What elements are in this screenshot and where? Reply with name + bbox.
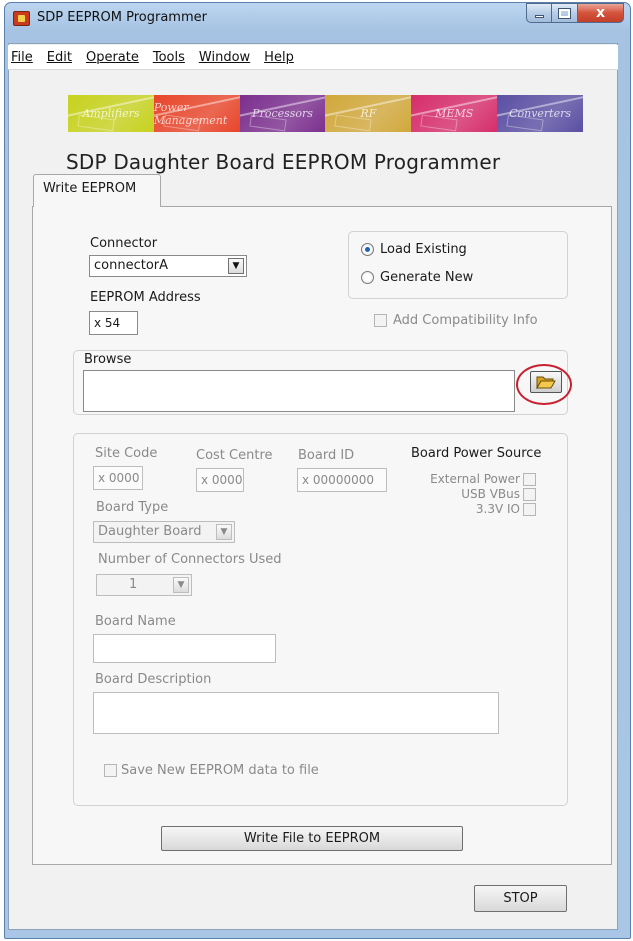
tab-write-eeprom[interactable]: Write EEPROM [33, 174, 161, 207]
checkbox-label: Add Compatibility Info [393, 313, 538, 328]
checkbox-icon[interactable] [523, 487, 536, 501]
banner-segment-label: Converters [509, 107, 572, 120]
banner-segment-label: Power Management [153, 100, 228, 127]
cost-centre-field[interactable]: x 0000 [196, 468, 244, 492]
minimize-icon [534, 14, 544, 18]
maximize-icon [558, 7, 571, 19]
connectors-used-select[interactable]: 1 ▼ [96, 574, 192, 596]
checkbox-icon[interactable] [523, 502, 536, 516]
minimize-button[interactable] [526, 3, 552, 23]
banner-segment-label: Amplifiers [82, 107, 140, 120]
connector-select[interactable]: connectorA ▼ [89, 255, 247, 277]
radio-label: Load Existing [380, 242, 467, 257]
board-id-label: Board ID [298, 448, 355, 463]
checkbox-label: Save New EEPROM data to file [121, 763, 319, 778]
cost-centre-label: Cost Centre [196, 448, 273, 463]
radio-generate-new[interactable]: Generate New [361, 270, 473, 285]
board-description-label: Board Description [95, 672, 212, 687]
stop-button[interactable]: STOP [474, 885, 567, 912]
power-source-label: Board Power Source [411, 446, 542, 461]
banner-segment-label: MEMS [435, 107, 474, 120]
site-code-label: Site Code [95, 446, 158, 461]
chevron-down-icon[interactable]: ▼ [228, 258, 244, 274]
power-option-label: External Power [430, 472, 520, 486]
connector-label: Connector [90, 236, 158, 251]
close-icon: x [595, 5, 606, 21]
chevron-down-icon[interactable]: ▼ [216, 524, 232, 540]
radio-load-existing[interactable]: Load Existing [361, 242, 467, 257]
browse-path-input[interactable] [83, 370, 515, 412]
window-title: SDP EEPROM Programmer [37, 10, 207, 25]
menu-help[interactable]: Help [264, 50, 294, 65]
browse-label: Browse [84, 352, 132, 367]
eeprom-address-field[interactable]: x 54 [89, 311, 138, 335]
save-to-file-checkbox[interactable]: Save New EEPROM data to file [104, 763, 319, 778]
power-option-external[interactable]: External Power [430, 472, 536, 486]
board-name-input[interactable] [93, 634, 276, 663]
banner-segment: Processors [239, 95, 326, 132]
power-option-usb[interactable]: USB VBus [461, 487, 536, 501]
power-option-label: USB VBus [461, 487, 520, 501]
board-type-select[interactable]: Daughter Board ▼ [93, 521, 235, 543]
banner-segment: Converters [497, 95, 583, 132]
add-compatibility-checkbox[interactable]: Add Compatibility Info [374, 313, 538, 328]
menu-edit[interactable]: Edit [47, 50, 72, 65]
power-source-list: External Power USB VBus 3.3V IO [380, 472, 536, 522]
connectors-used-label: Number of Connectors Used [98, 552, 282, 567]
checkbox-icon[interactable] [374, 314, 387, 327]
board-id-field[interactable]: x 00000000 [297, 468, 387, 492]
app-icon [13, 11, 30, 26]
radio-label: Generate New [380, 270, 474, 285]
radio-selected-icon[interactable] [361, 243, 374, 256]
write-file-button[interactable]: Write File to EEPROM [161, 826, 463, 851]
banner-segment-label: RF [360, 107, 377, 120]
power-option-label: 3.3V IO [475, 502, 520, 516]
title-bar[interactable]: SDP EEPROM Programmer x [5, 3, 630, 33]
menu-operate[interactable]: Operate [86, 50, 139, 65]
banner-segment: Power Management [153, 95, 240, 132]
menu-bar: File Edit Operate Tools Window Help [8, 45, 618, 70]
menu-file[interactable]: File [11, 50, 33, 65]
power-option-3v3[interactable]: 3.3V IO [476, 502, 536, 516]
banner-segment-label: Processors [252, 107, 313, 120]
banner-segment: RF [325, 95, 412, 132]
close-button[interactable]: x [578, 3, 624, 23]
banner-segment: MEMS [411, 95, 498, 132]
board-name-label: Board Name [95, 614, 176, 629]
board-type-label: Board Type [96, 500, 169, 515]
checkbox-icon[interactable] [104, 764, 117, 777]
checkbox-icon[interactable] [523, 472, 536, 486]
radio-icon[interactable] [361, 271, 374, 284]
product-banner: Amplifiers Power Management Processors R… [68, 95, 583, 132]
board-type-value: Daughter Board [98, 524, 202, 539]
connectors-used-value: 1 [129, 577, 138, 592]
menu-window[interactable]: Window [199, 50, 250, 65]
board-description-input[interactable] [93, 692, 499, 734]
highlight-ring [516, 364, 572, 405]
connector-value: connectorA [94, 258, 169, 273]
site-code-field[interactable]: x 0000 [93, 466, 143, 490]
eeprom-address-label: EEPROM Address [90, 290, 201, 305]
menu-tools[interactable]: Tools [153, 50, 185, 65]
chevron-down-icon[interactable]: ▼ [173, 577, 189, 593]
maximize-button[interactable] [552, 3, 578, 23]
banner-segment: Amplifiers [68, 95, 154, 132]
page-title: SDP Daughter Board EEPROM Programmer [66, 150, 501, 174]
window-controls: x [526, 3, 624, 25]
